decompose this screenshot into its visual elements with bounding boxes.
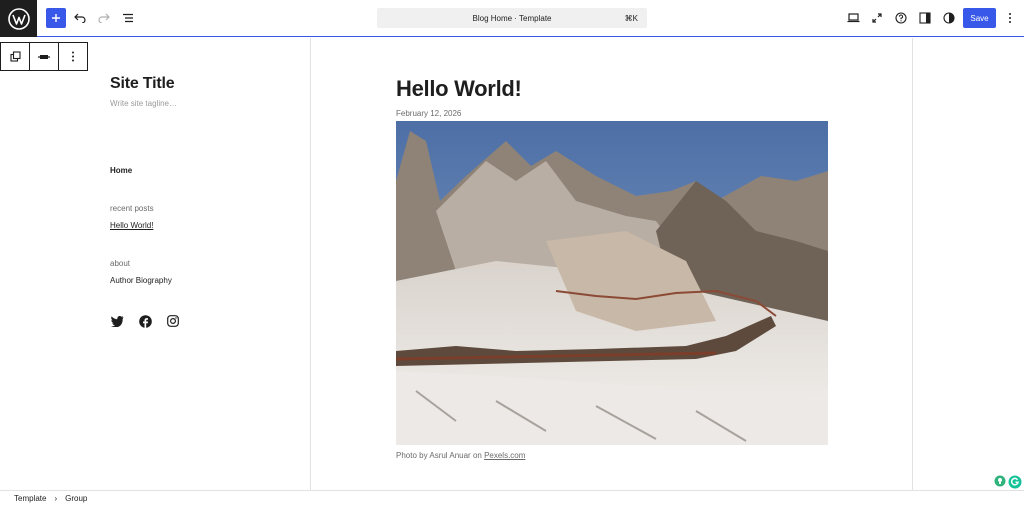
facebook-icon[interactable] <box>138 314 152 328</box>
undo-icon <box>74 13 86 23</box>
about-heading: about <box>110 259 131 268</box>
block-breadcrumb: Template › Group <box>0 490 1024 505</box>
document-title: Blog Home · Template <box>472 13 552 23</box>
align-icon <box>38 54 50 59</box>
duplicate-block-button[interactable] <box>1 43 30 70</box>
styles-icon <box>943 12 955 24</box>
site-title[interactable]: Site Title <box>110 75 175 93</box>
twitter-icon[interactable] <box>110 314 124 328</box>
options-button[interactable] <box>1000 8 1020 28</box>
help-button[interactable] <box>891 8 911 28</box>
editor-header: Blog Home · Template ⌘K Save <box>0 0 1024 37</box>
column-divider <box>912 38 913 490</box>
redo-icon <box>98 13 110 23</box>
settings-sidebar-button[interactable] <box>915 8 935 28</box>
breadcrumb-group[interactable]: Group <box>65 494 87 503</box>
sidebar-icon <box>919 12 931 24</box>
post-date: February 12, 2026 <box>396 109 462 118</box>
device-preview-button[interactable] <box>843 8 863 28</box>
chevron-right-icon: › <box>54 493 58 503</box>
desktop-view-icon <box>847 13 859 23</box>
recent-posts-heading: recent posts <box>110 204 154 213</box>
shortcut-hint: ⌘K <box>624 13 638 23</box>
styles-button[interactable] <box>939 8 959 28</box>
image-caption: Photo by Asrul Anuar on Pexels.com <box>396 451 525 460</box>
fullscreen-button[interactable] <box>867 8 887 28</box>
list-view-button[interactable] <box>118 8 138 28</box>
mountain-photo <box>396 121 828 445</box>
wordpress-logo-icon[interactable] <box>0 0 37 37</box>
post-title[interactable]: Hello World! <box>396 76 522 102</box>
fullscreen-icon <box>872 13 882 23</box>
breadcrumb-template[interactable]: Template <box>14 494 46 503</box>
pexels-link[interactable]: Pexels.com <box>484 451 525 460</box>
command-palette-bar[interactable]: Blog Home · Template ⌘K <box>377 8 647 28</box>
author-biography-link[interactable]: Author Biography <box>110 276 172 285</box>
plus-icon <box>52 14 60 22</box>
list-view-icon <box>123 13 133 23</box>
save-button[interactable]: Save <box>963 8 996 28</box>
undo-button[interactable] <box>70 8 90 28</box>
column-divider <box>310 38 311 490</box>
caption-text: Photo by Asrul Anuar on <box>396 451 485 460</box>
grammarly-icon <box>1008 475 1022 489</box>
recent-post-link[interactable]: Hello World! <box>110 221 153 230</box>
site-tagline-placeholder[interactable]: Write site tagline… <box>110 99 177 108</box>
redo-button[interactable] <box>94 8 114 28</box>
help-icon <box>895 12 907 24</box>
editor-canvas[interactable]: Site Title Write site tagline… Home rece… <box>0 38 1024 490</box>
add-block-button[interactable] <box>46 8 66 28</box>
block-toolbar <box>0 42 88 71</box>
grammar-extension-badge[interactable] <box>994 475 1024 489</box>
more-vertical-icon <box>72 51 74 62</box>
instagram-icon[interactable] <box>166 314 180 328</box>
nav-item-home[interactable]: Home <box>110 166 132 175</box>
duplicate-icon <box>9 51 21 62</box>
bulb-icon <box>994 475 1006 487</box>
align-block-button[interactable] <box>30 43 59 70</box>
block-options-button[interactable] <box>59 43 87 70</box>
featured-image[interactable] <box>396 121 828 445</box>
more-options-icon <box>1009 13 1011 23</box>
